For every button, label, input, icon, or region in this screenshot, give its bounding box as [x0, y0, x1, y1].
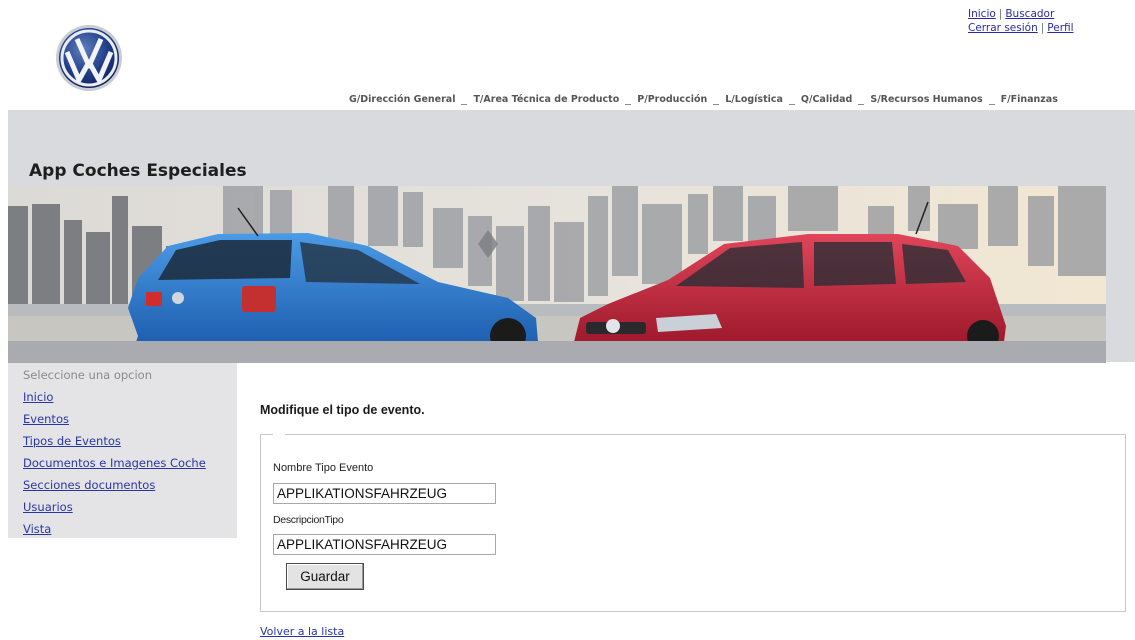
link-separator: | — [998, 8, 1003, 20]
dept-separator — [461, 104, 468, 105]
sidebar-item-vista: Vista — [23, 522, 206, 544]
sidebar-hint: Seleccione una opcion — [23, 368, 152, 382]
top-link-inicio[interactable]: Inicio — [968, 8, 996, 20]
dept-link-produccion[interactable]: P/Producción — [637, 94, 707, 105]
sidebar-link-usuarios[interactable]: Usuarios — [23, 500, 73, 514]
sidebar-item-inicio: Inicio — [23, 390, 206, 412]
edit-event-type-form: Nombre Tipo Evento DescripcionTipo Guard… — [260, 433, 1126, 612]
sidebar-item-documentos-imagenes: Documentos e Imagenes Coche — [23, 456, 206, 478]
description-field-label: DescripcionTipo — [273, 514, 344, 526]
vw-logo-icon[interactable] — [55, 24, 123, 92]
name-field[interactable] — [273, 483, 496, 504]
sidebar: Seleccione una opcion Inicio Eventos Tip… — [8, 363, 237, 538]
dept-link-recursos-humanos[interactable]: S/Recursos Humanos — [870, 94, 982, 105]
description-field[interactable] — [273, 534, 496, 555]
page-title: Modifique el tipo de evento. — [260, 403, 425, 417]
sidebar-link-tipos-de-eventos[interactable]: Tipos de Eventos — [23, 434, 121, 448]
dept-link-logistica[interactable]: L/Logística — [725, 94, 783, 105]
save-button[interactable]: Guardar — [286, 563, 364, 590]
sidebar-link-inicio[interactable]: Inicio — [23, 390, 53, 404]
dept-link-calidad[interactable]: Q/Calidad — [801, 94, 852, 105]
link-separator: | — [1040, 22, 1045, 34]
dept-separator — [713, 104, 720, 105]
fieldset-legend — [273, 433, 285, 436]
department-nav: G/Dirección General T/Area Técnica de Pro… — [349, 94, 1058, 105]
sidebar-link-documentos-imagenes[interactable]: Documentos e Imagenes Coche — [23, 456, 206, 470]
top-link-cerrar-sesion[interactable]: Cerrar sesión — [968, 22, 1038, 34]
banner-underline-band — [8, 341, 1106, 363]
dept-link-direccion-general[interactable]: G/Dirección General — [349, 94, 455, 105]
back-to-list-link[interactable]: Volver a la lista — [260, 625, 344, 638]
dept-separator — [988, 104, 995, 105]
sidebar-link-vista[interactable]: Vista — [23, 522, 51, 536]
app-title: App Coches Especiales — [29, 161, 247, 181]
dept-separator — [625, 104, 632, 105]
dept-separator — [788, 104, 795, 105]
sidebar-link-secciones-documentos[interactable]: Secciones documentos — [23, 478, 155, 492]
sidebar-menu: Inicio Eventos Tipos de Eventos Document… — [23, 390, 206, 544]
dept-link-area-tecnica[interactable]: T/Area Técnica de Producto — [473, 94, 619, 105]
top-link-perfil[interactable]: Perfil — [1047, 22, 1073, 34]
dept-link-finanzas[interactable]: F/Finanzas — [1001, 94, 1058, 105]
banner-image — [8, 186, 1106, 342]
name-field-label: Nombre Tipo Evento — [273, 462, 374, 474]
utility-links: Inicio | Buscador Cerrar sesión | Perfil — [968, 7, 1074, 35]
sidebar-link-eventos[interactable]: Eventos — [23, 412, 69, 426]
sidebar-item-usuarios: Usuarios — [23, 500, 206, 522]
sidebar-item-secciones-documentos: Secciones documentos — [23, 478, 206, 500]
sidebar-item-tipos-de-eventos: Tipos de Eventos — [23, 434, 206, 456]
dept-separator — [858, 104, 865, 105]
top-link-buscador[interactable]: Buscador — [1005, 8, 1054, 20]
sidebar-item-eventos: Eventos — [23, 412, 206, 434]
